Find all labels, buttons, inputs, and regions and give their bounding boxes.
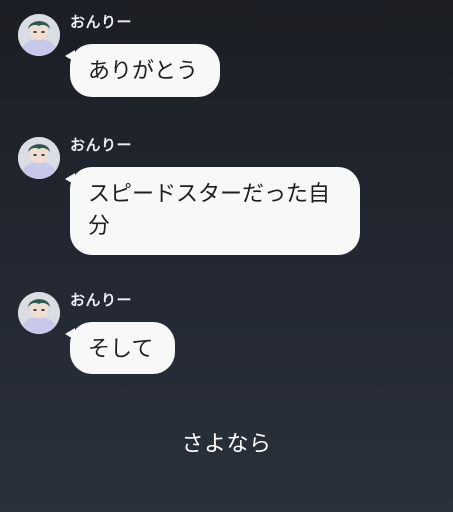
message-text: そして (88, 337, 154, 362)
character-avatar-icon (18, 292, 60, 334)
sender-name: おんりー (70, 136, 133, 154)
subtitle-caption: さよなら (181, 432, 272, 457)
message-text-line: 分 (88, 214, 111, 239)
character-avatar-icon (18, 137, 60, 179)
message-bubble: そして (65, 322, 175, 374)
chat-view: おんりー ありがとう おんりー スピードスターだった自 分 おんりー そして さ… (0, 0, 453, 512)
sender-name: おんりー (70, 291, 133, 309)
message-text: ありがとう (88, 59, 199, 84)
message-text-line: スピードスターだった自 (88, 182, 331, 207)
sender-name: おんりー (70, 13, 133, 31)
character-avatar-icon (18, 14, 60, 56)
message-bubble: ありがとう (65, 44, 220, 97)
avatar[interactable] (18, 137, 60, 179)
avatar[interactable] (18, 292, 60, 334)
avatar[interactable] (18, 14, 60, 56)
message-bubble: スピードスターだった自 分 (65, 167, 360, 255)
